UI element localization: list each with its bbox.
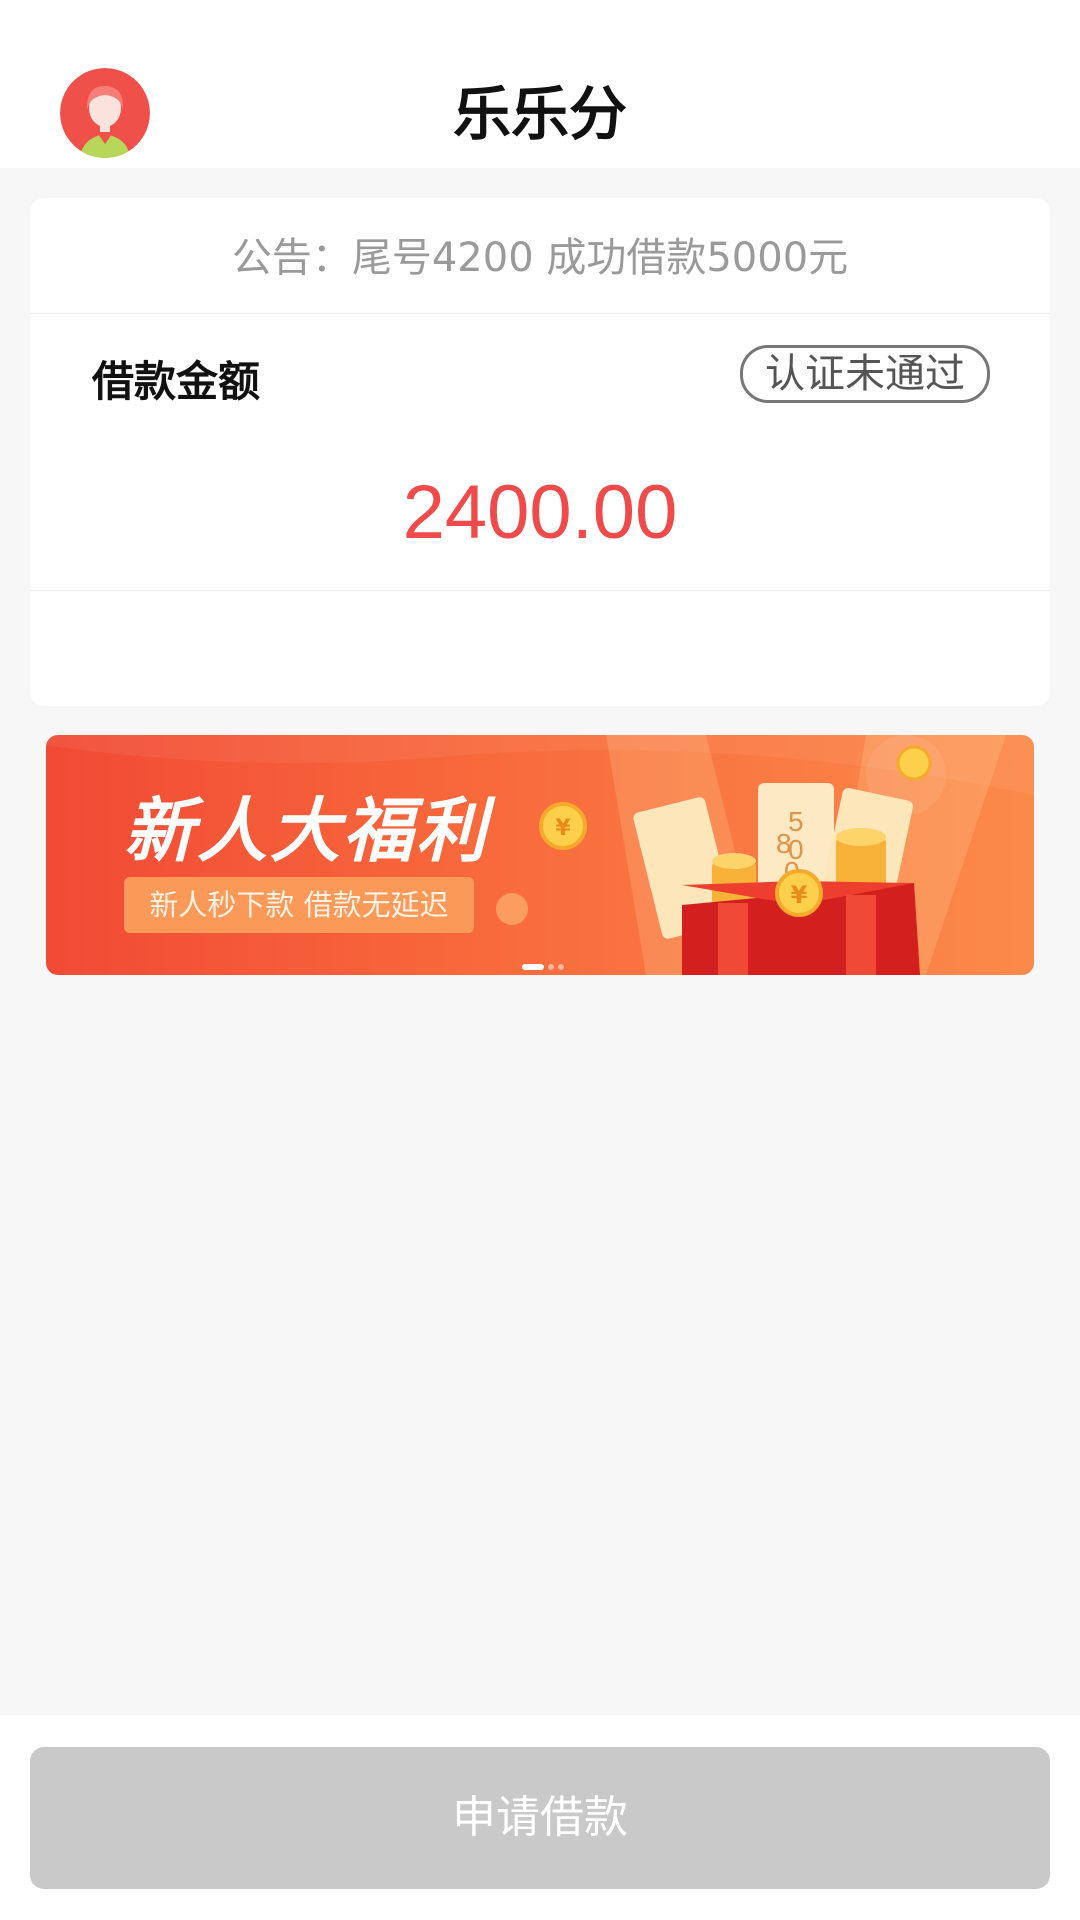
yuan-coin-icon: ¥ bbox=[555, 816, 571, 841]
carousel-indicator[interactable] bbox=[522, 955, 568, 974]
banner-title: 新人大福利 bbox=[124, 790, 489, 872]
banner-subtitle: 新人秒下款 借款无延迟 bbox=[124, 877, 474, 933]
announcement-text: 公告：尾号4200 成功借款5000元 bbox=[30, 198, 1050, 314]
card-divider bbox=[30, 590, 1050, 591]
coupon-digit: 0 bbox=[788, 834, 804, 865]
promo-banner[interactable]: 8 0 5 0 6 ¥ ¥ 新人大福利 新人秒下款 借款无延迟 bbox=[46, 735, 1034, 975]
bottom-bar: 申请借款 bbox=[0, 1715, 1080, 1920]
apply-loan-button[interactable]: 申请借款 bbox=[30, 1747, 1050, 1889]
page-title: 乐乐分 bbox=[452, 80, 627, 148]
coupon-digit: 5 bbox=[788, 806, 804, 837]
carousel-dot[interactable] bbox=[548, 964, 554, 970]
carousel-dot[interactable] bbox=[558, 964, 564, 970]
loan-card: 公告：尾号4200 成功借款5000元 借款金额 认证未通过 2400.00 bbox=[30, 198, 1050, 706]
certification-status-badge[interactable]: 认证未通过 bbox=[740, 345, 990, 403]
loan-amount-value: 2400.00 bbox=[402, 470, 678, 555]
top-header: 乐乐分 bbox=[0, 0, 1080, 168]
carousel-dot-active[interactable] bbox=[522, 964, 544, 970]
yuan-coin-icon: ¥ bbox=[791, 881, 808, 909]
loan-amount-label: 借款金额 bbox=[92, 357, 261, 406]
